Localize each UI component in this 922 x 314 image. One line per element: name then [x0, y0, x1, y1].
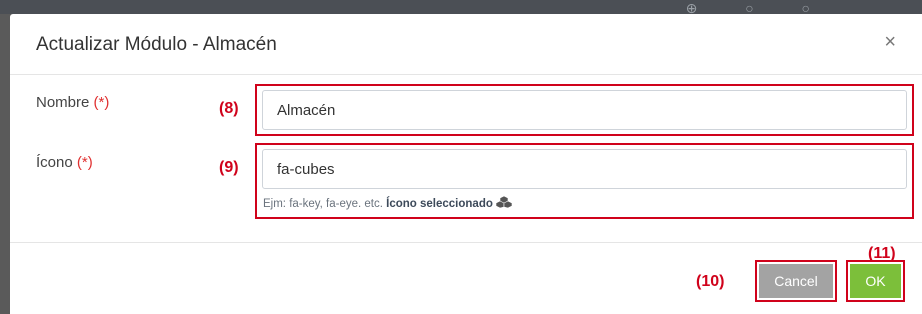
annotation-marker-9: (9) [219, 159, 239, 176]
nombre-label: Nombre (*) [36, 94, 109, 111]
nombre-label-text: Nombre [36, 94, 90, 111]
close-button[interactable]: × [884, 32, 896, 52]
page-backdrop: ⊕ ○ ○ [0, 0, 922, 16]
help-example: Ejm: fa-key, fa-eye. etc. [263, 198, 383, 210]
icono-label-text: Ícono [36, 154, 73, 171]
required-mark: (*) [76, 154, 93, 171]
nombre-input[interactable] [262, 90, 907, 130]
cubes-icon [495, 195, 513, 209]
icono-input[interactable] [262, 149, 907, 189]
required-mark: (*) [93, 94, 110, 111]
modal-header: Actualizar Módulo - Almacén × [10, 14, 922, 75]
icono-help-text: Ejm: fa-key, fa-eye. etc. Ícono seleccio… [263, 195, 513, 210]
annotation-marker-8: (8) [219, 100, 239, 117]
update-module-modal: Actualizar Módulo - Almacén × Nombre (*)… [10, 14, 922, 314]
modal-title: Actualizar Módulo - Almacén [36, 34, 277, 55]
modal-footer-divider [10, 242, 922, 243]
annotation-marker-10: (10) [696, 273, 725, 290]
help-selected-label: Ícono seleccionado [386, 198, 493, 210]
cancel-button[interactable]: Cancel [759, 264, 833, 298]
icono-label: Ícono (*) [36, 154, 93, 171]
ok-button[interactable]: OK [850, 264, 901, 298]
